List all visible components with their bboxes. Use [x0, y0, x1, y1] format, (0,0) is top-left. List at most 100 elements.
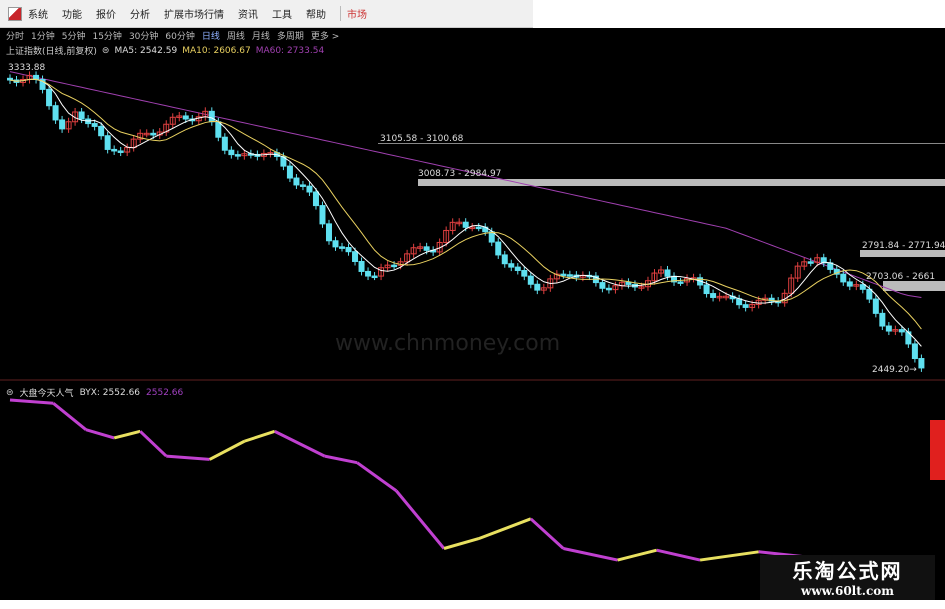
indicator-segment — [324, 454, 358, 465]
candle — [911, 343, 918, 360]
candle — [215, 121, 222, 138]
period-tab[interactable]: 周线 — [227, 29, 245, 42]
scroll-marker[interactable] — [930, 420, 945, 480]
candle — [299, 184, 306, 187]
price-band — [860, 250, 945, 257]
price-band — [883, 281, 945, 291]
ma5-value: MA5: 2542.59 — [114, 45, 178, 56]
candle — [898, 329, 905, 333]
candle — [332, 240, 339, 248]
candle — [625, 281, 632, 285]
indicator-segment — [529, 517, 565, 550]
ma60-value: MA60: 2733.54 — [255, 45, 325, 56]
candle — [918, 358, 925, 369]
period-tab[interactable]: 月线 — [252, 29, 270, 42]
candle — [514, 266, 521, 271]
price-annotation: 3008.73 - 2984.97 — [418, 169, 501, 179]
price-annotation: 3105.58 - 3100.68 — [380, 134, 464, 144]
period-tab[interactable]: 15分钟 — [92, 29, 121, 42]
candle — [885, 325, 892, 332]
candle — [52, 105, 59, 121]
candle — [234, 154, 241, 157]
indicator-segment — [478, 517, 532, 541]
candle — [495, 241, 502, 256]
candle — [7, 77, 13, 81]
candle — [182, 115, 189, 120]
indicator-value: 2552.66 — [146, 387, 184, 398]
candle — [462, 221, 469, 228]
candle — [534, 283, 541, 291]
candle — [339, 246, 346, 249]
candle — [508, 263, 515, 268]
candle — [846, 281, 853, 287]
candle — [872, 298, 879, 314]
price-band — [418, 179, 945, 186]
candle — [345, 247, 352, 253]
indicator-segment — [243, 429, 276, 443]
period-tab[interactable]: 1分钟 — [31, 29, 55, 42]
indicator-legend: ⊜ 大盘今天人气 BYX: 2552.66 2552.66 — [6, 386, 184, 400]
period-tab[interactable]: 多周期 — [277, 29, 304, 42]
period-tab-more[interactable]: 更多 > — [311, 29, 339, 42]
watermark: 乐淘公式网 www.60lt.com — [760, 555, 935, 603]
price-annotation: 2703.06 - 2661 — [866, 272, 935, 282]
candle — [293, 177, 300, 186]
candle — [312, 191, 319, 207]
candle — [104, 135, 111, 150]
indicator-segment — [139, 430, 168, 458]
candle — [703, 284, 710, 295]
candle — [566, 274, 573, 277]
indicator-segment — [617, 548, 658, 562]
period-bar: 分时 1分钟 5分钟 15分钟 30分钟 60分钟 日线 周线 月线 多周期 更… — [0, 28, 346, 43]
chart-svg: www.chnmoney.com 3333.88 3105.58 - 3100.68… — [0, 63, 945, 562]
indicator-segment — [113, 429, 141, 440]
candle — [358, 260, 365, 272]
candle — [150, 132, 157, 136]
settings-icon[interactable]: ⊜ — [6, 388, 14, 398]
candle — [59, 119, 66, 130]
indicator-segment — [208, 439, 246, 461]
candle — [319, 205, 326, 225]
candle — [866, 288, 873, 300]
period-tab[interactable]: 5分钟 — [62, 29, 86, 42]
indicator-segment — [356, 461, 398, 492]
period-tab[interactable]: 分时 — [6, 29, 24, 42]
bottom-strip — [0, 600, 945, 609]
indicator-segment — [443, 537, 480, 550]
indicator-name: 大盘今天人气 — [19, 389, 74, 399]
period-tab[interactable]: 60分钟 — [165, 29, 194, 42]
candle — [306, 185, 313, 193]
period-tab[interactable]: 30分钟 — [129, 29, 158, 42]
indicator-segment — [52, 402, 87, 431]
indicator-segment — [656, 548, 701, 562]
settings-icon[interactable]: ⊜ — [102, 46, 110, 56]
indicator-segment — [166, 454, 210, 461]
indicator-segment — [395, 489, 446, 550]
candle — [117, 150, 124, 153]
candle — [352, 251, 359, 262]
candle — [521, 269, 528, 277]
candle — [859, 284, 866, 290]
candle — [840, 273, 847, 283]
indicator-segment — [85, 428, 115, 440]
candle — [91, 123, 98, 127]
candle — [599, 282, 606, 289]
candle — [325, 223, 332, 242]
indicator-segment — [699, 550, 759, 562]
candle — [664, 269, 671, 277]
indicator-segment — [274, 430, 326, 458]
candle — [221, 136, 228, 151]
candle — [807, 261, 814, 264]
ma-legend: 上证指数(日线,前复权) ⊜ MA5: 2542.59 MA10: 2606.6… — [6, 44, 325, 58]
ma10-value: MA10: 2606.67 — [182, 45, 251, 56]
candle — [423, 246, 430, 251]
candle — [677, 281, 684, 284]
candle — [365, 270, 372, 277]
chart-title: 上证指数(日线,前复权) — [6, 47, 97, 57]
period-tab-daily[interactable]: 日线 — [202, 29, 220, 42]
price-annotation: 3333.88 — [8, 63, 45, 73]
candle — [371, 275, 378, 279]
candle — [475, 226, 482, 230]
watermark-cn: 乐淘公式网 — [792, 559, 903, 583]
candle — [78, 111, 85, 120]
